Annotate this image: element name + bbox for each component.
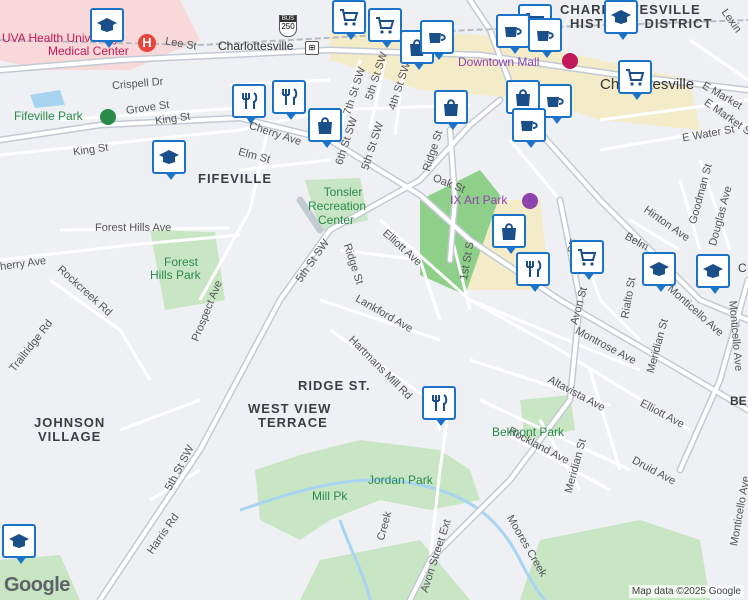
grocery-marker[interactable] [332, 0, 366, 40]
cafe-marker[interactable] [420, 20, 454, 60]
school-marker[interactable] [604, 0, 638, 40]
village-label: VILLAGE [38, 429, 102, 444]
restaurant-icon [282, 88, 298, 105]
jordan-park-label[interactable]: Jordan Park [368, 474, 433, 487]
map-canvas[interactable]: Lee St Charlottesville ⊞ BUS 250 Crispell… [0, 0, 748, 600]
hills-park-label[interactable]: Hills Park [150, 269, 201, 282]
school-marker[interactable] [2, 524, 36, 564]
cafe-marker[interactable] [528, 18, 562, 58]
medical-center-label[interactable]: Medical Center [48, 45, 129, 58]
mill-pk-label[interactable]: Mill Pk [312, 490, 347, 503]
hospital-icon[interactable]: H [138, 34, 156, 52]
grocery-cart-icon [578, 249, 597, 266]
shopping-bag-icon [444, 99, 458, 116]
johnson-label: JOHNSON [34, 415, 106, 430]
grocery-cart-icon [376, 17, 395, 34]
cafe-marker[interactable] [496, 14, 530, 54]
route-250-shield: BUS 250 [279, 15, 297, 37]
grocery-marker[interactable] [570, 240, 604, 280]
belmont-park-label[interactable]: Belmont Park [492, 426, 564, 439]
restaurant-marker[interactable] [232, 84, 266, 124]
park-icon[interactable] [100, 109, 116, 125]
shopping-bag-icon [318, 117, 332, 134]
grocery-cart-icon [340, 9, 359, 26]
school-icon [649, 262, 669, 276]
cafe-marker[interactable] [512, 108, 546, 148]
station-label: Charlottesville [218, 39, 294, 53]
restaurant-icon [526, 260, 542, 277]
art-icon[interactable] [522, 193, 538, 209]
school-icon [9, 534, 29, 548]
shopping-bag-icon [516, 89, 530, 106]
school-icon [159, 150, 179, 164]
ix-art-park-label[interactable]: IX Art Park [450, 194, 507, 207]
ridge-st-neighborhood-label: RIDGE ST. [298, 378, 371, 393]
restaurant-icon [242, 92, 258, 109]
west-view-label: WEST VIEW [248, 401, 332, 416]
grocery-marker[interactable] [618, 60, 652, 100]
recreation-label[interactable]: Recreation [308, 200, 366, 213]
cafe-icon [521, 121, 538, 131]
restaurant-marker[interactable] [516, 252, 550, 292]
cafe-icon [429, 33, 446, 43]
downtown-mall-label[interactable]: Downtown Mall [458, 56, 539, 69]
terrace-label: TERRACE [258, 415, 328, 430]
shop-marker[interactable] [434, 90, 468, 130]
shopping-icon[interactable] [562, 53, 578, 69]
school-marker[interactable] [90, 8, 124, 48]
train-station-icon: ⊞ [305, 41, 319, 55]
route-number: 250 [281, 22, 295, 31]
fifeville-park-label[interactable]: Fifeville Park [14, 110, 83, 123]
school-icon [703, 264, 723, 278]
school-marker[interactable] [696, 254, 730, 294]
shop-marker[interactable] [308, 108, 342, 148]
school-marker[interactable] [642, 252, 676, 292]
cafe-icon [537, 31, 554, 41]
shop-marker[interactable] [492, 214, 526, 254]
grocery-cart-icon [626, 69, 645, 86]
map-attribution[interactable]: Map data ©2025 Google [628, 585, 744, 598]
fifeville-label: FIFEVILLE [198, 171, 272, 186]
be-label: BE [730, 394, 747, 408]
cafe-icon [547, 97, 564, 107]
forest-hills-ave-label: Forest Hills Ave [95, 222, 172, 234]
restaurant-marker[interactable] [272, 80, 306, 120]
grocery-marker[interactable] [368, 8, 402, 48]
shopping-bag-icon [502, 223, 516, 240]
school-icon [97, 18, 117, 32]
google-logo: Google [4, 574, 70, 596]
restaurant-marker[interactable] [422, 386, 456, 426]
c-label: C [738, 261, 747, 275]
cafe-icon [505, 27, 522, 37]
center-label[interactable]: Center [318, 214, 354, 227]
school-icon [611, 10, 631, 24]
tonsler-label[interactable]: Tonsler [318, 186, 368, 199]
school-marker[interactable] [152, 140, 186, 180]
restaurant-icon [432, 394, 448, 411]
historic-district-label-2: HISTORIC DISTRICT [570, 16, 713, 31]
